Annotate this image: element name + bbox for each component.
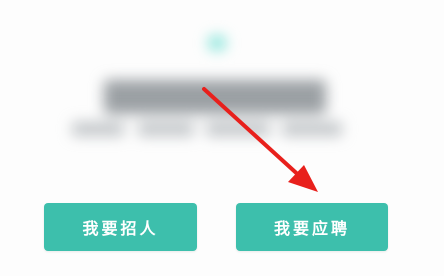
- blurred-content: [0, 0, 444, 170]
- recruit-button[interactable]: 我要招人: [44, 203, 197, 251]
- blurred-logo: [208, 36, 226, 50]
- blurred-headline: [104, 80, 326, 114]
- blurred-subtitle-segment: [282, 122, 342, 136]
- blurred-subtitle-segment: [138, 122, 194, 136]
- apply-button[interactable]: 我要应聘: [236, 203, 388, 251]
- blurred-subtitle-segment: [206, 122, 270, 136]
- blurred-subtitle-segment: [72, 122, 124, 136]
- app-screen: 我要招人 我要应聘: [0, 0, 444, 276]
